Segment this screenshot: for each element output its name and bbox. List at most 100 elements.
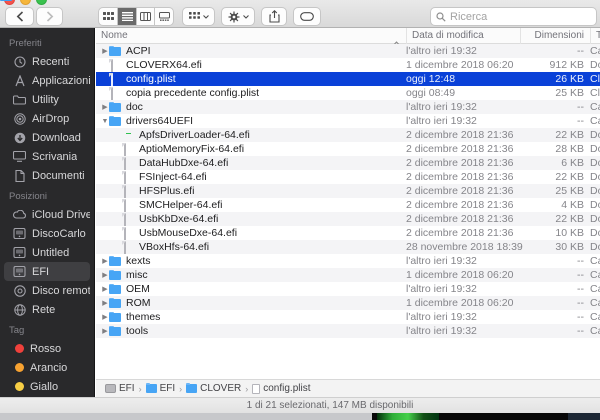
- sidebar-item-documenti[interactable]: Documenti: [4, 166, 90, 185]
- group-by-button[interactable]: [182, 7, 215, 26]
- disclosure-triangle-icon[interactable]: ▼: [101, 118, 109, 125]
- back-button[interactable]: [5, 7, 34, 26]
- date-cell: l'altro ieri 19:32: [406, 115, 477, 127]
- sidebar-item-arancio[interactable]: Arancio: [4, 358, 90, 377]
- file-name-cell: FSInject-64.efi: [96, 170, 404, 184]
- file-name-cell: UsbKbDxe-64.efi: [96, 212, 404, 226]
- sidebar-item-download[interactable]: Download: [4, 128, 90, 147]
- table-row[interactable]: CLOVERX64.efi 1 dicembre 2018 06:20 912 KB…: [96, 58, 600, 72]
- file-name-cell: HFSPlus.efi: [96, 184, 404, 198]
- table-row[interactable]: AptioMemoryFix-64.efi 2 dicembre 2018 21:…: [96, 142, 600, 156]
- folder-icon: [109, 297, 122, 309]
- file-name-cell: CLOVERX64.efi: [96, 58, 404, 72]
- disclosure-triangle-icon[interactable]: ▶: [101, 327, 109, 335]
- file-name: OEM: [126, 283, 150, 295]
- share-button[interactable]: [261, 7, 287, 26]
- document-icon: [109, 86, 122, 100]
- column-header-date[interactable]: Data di modifica: [406, 28, 484, 44]
- disclosure-triangle-icon[interactable]: ▶: [101, 257, 109, 265]
- apps-icon: [13, 74, 26, 87]
- table-row[interactable]: config.plist oggi 12:48 26 KB Cl: [96, 72, 600, 86]
- file-name-cell: DataHubDxe-64.efi: [96, 156, 404, 170]
- search-input[interactable]: [450, 10, 591, 23]
- size-cell: 4 KB: [561, 199, 584, 211]
- path-item-clover[interactable]: CLOVER: [186, 382, 242, 394]
- size-cell: --: [577, 311, 584, 323]
- size-cell: 6 KB: [561, 157, 584, 169]
- table-row[interactable]: SMCHelper-64.efi 2 dicembre 2018 21:36 4 K…: [96, 198, 600, 212]
- sidebar-section-posizioni: Posizioni: [9, 191, 48, 202]
- path-item-label: CLOVER: [200, 383, 242, 394]
- sidebar-item-applicazioni[interactable]: Applicazioni: [4, 71, 90, 90]
- column-header-size[interactable]: Dimensioni: [520, 28, 584, 44]
- date-cell: oggi 12:48: [406, 73, 456, 85]
- folder-icon: [109, 325, 122, 337]
- table-row[interactable]: ▶ OEM l'altro ieri 19:32 -- Ca: [96, 282, 600, 296]
- sidebar-item-label: Applicazioni: [32, 74, 90, 87]
- sidebar-item-disco-remoto[interactable]: Disco remoto: [4, 281, 90, 300]
- path-item-efi[interactable]: EFI: [105, 383, 135, 394]
- type-cell: Do: [590, 143, 600, 155]
- disclosure-triangle-icon[interactable]: ▶: [101, 47, 109, 55]
- file-name-cell: config.plist: [96, 72, 404, 86]
- document-icon: [122, 156, 135, 170]
- sidebar-item-verde[interactable]: Verde: [4, 396, 90, 397]
- table-row[interactable]: ▼ drivers64UEFI l'altro ieri 19:32 -- Ca: [96, 114, 600, 128]
- view-list-button[interactable]: [117, 8, 136, 25]
- table-row[interactable]: copia precedente config.plist oggi 08:49 2…: [96, 86, 600, 100]
- disclosure-triangle-icon[interactable]: ▶: [101, 103, 109, 111]
- action-menu-button[interactable]: [221, 7, 255, 26]
- table-row[interactable]: ▶ ROM 1 dicembre 2018 06:20 -- Ca: [96, 296, 600, 310]
- path-item-config-plist[interactable]: config.plist: [252, 383, 311, 394]
- disclosure-triangle-icon[interactable]: ▶: [101, 299, 109, 307]
- table-row[interactable]: VBoxHfs-64.efi 28 novembre 2018 18:39 30 K…: [96, 240, 600, 254]
- date-cell: 2 dicembre 2018 21:36: [406, 213, 514, 225]
- column-header-type[interactable]: Ti: [590, 28, 600, 44]
- sidebar-item-utility[interactable]: Utility: [4, 90, 90, 109]
- sidebar-item-recenti[interactable]: Recenti: [4, 52, 90, 71]
- type-cell: Ca: [590, 255, 600, 267]
- table-row[interactable]: ▶ misc 1 dicembre 2018 06:20 -- Ca: [96, 268, 600, 282]
- table-row[interactable]: UsbMouseDxe-64.efi 2 dicembre 2018 21:36 1…: [96, 226, 600, 240]
- table-row[interactable]: ▶ themes l'altro ieri 19:32 -- Ca: [96, 310, 600, 324]
- view-gallery-button[interactable]: [154, 8, 173, 25]
- document-icon: [122, 184, 135, 198]
- sidebar-item-efi[interactable]: EFI: [4, 262, 90, 281]
- disclosure-triangle-icon[interactable]: ▶: [101, 271, 109, 279]
- table-row[interactable]: HFSPlus.efi 2 dicembre 2018 21:36 25 KB Do: [96, 184, 600, 198]
- title-folder-icon: [0, 0, 12, 1]
- tag-button[interactable]: [293, 7, 321, 26]
- sidebar-item-airdrop[interactable]: AirDrop: [4, 109, 90, 128]
- table-row[interactable]: ▶ kexts l'altro ieri 19:32 -- Ca: [96, 254, 600, 268]
- sidebar-item-giallo[interactable]: Giallo: [4, 377, 90, 396]
- table-row[interactable]: DataHubDxe-64.efi 2 dicembre 2018 21:36 6 …: [96, 156, 600, 170]
- sidebar-item-rosso[interactable]: Rosso: [4, 339, 90, 358]
- file-name-cell: ▶ kexts: [96, 254, 404, 268]
- view-icons-button[interactable]: [99, 8, 117, 25]
- sidebar-item-scrivania[interactable]: Scrivania: [4, 147, 90, 166]
- sidebar-item-rete[interactable]: Rete: [4, 300, 90, 319]
- date-cell: 2 dicembre 2018 21:36: [406, 171, 514, 183]
- table-row[interactable]: FSInject-64.efi 2 dicembre 2018 21:36 22 K…: [96, 170, 600, 184]
- disclosure-triangle-icon[interactable]: ▶: [101, 313, 109, 321]
- column-header-name[interactable]: Nome: [101, 28, 128, 44]
- file-name-cell: ▶ OEM: [96, 282, 404, 296]
- forward-button[interactable]: [36, 7, 63, 26]
- date-cell: 1 dicembre 2018 06:20: [406, 59, 514, 71]
- path-item-efi[interactable]: EFI: [145, 382, 175, 394]
- sidebar-item-untitled[interactable]: Untitled: [4, 243, 90, 262]
- folder-icon: [109, 45, 122, 57]
- disclosure-triangle-icon[interactable]: ▶: [101, 285, 109, 293]
- table-row[interactable]: ApfsDriverLoader-64.efi 2 dicembre 2018 2…: [96, 128, 600, 142]
- document-icon: [122, 142, 135, 156]
- sidebar-item-icloud-drive[interactable]: iCloud Drive: [4, 205, 90, 224]
- tag-dot-icon: [15, 363, 24, 372]
- table-row[interactable]: ▶ ACPI l'altro ieri 19:32 -- Ca: [96, 44, 600, 58]
- view-columns-button[interactable]: [135, 8, 155, 25]
- search-field[interactable]: [430, 7, 597, 26]
- table-row[interactable]: UsbKbDxe-64.efi 2 dicembre 2018 21:36 22 K…: [96, 212, 600, 226]
- desktop-green-fragment: [377, 413, 439, 420]
- table-row[interactable]: ▶ tools l'altro ieri 19:32 -- Ca: [96, 324, 600, 338]
- table-row[interactable]: ▶ doc l'altro ieri 19:32 -- Ca: [96, 100, 600, 114]
- sidebar-item-discocarlo[interactable]: DiscoCarlo: [4, 224, 90, 243]
